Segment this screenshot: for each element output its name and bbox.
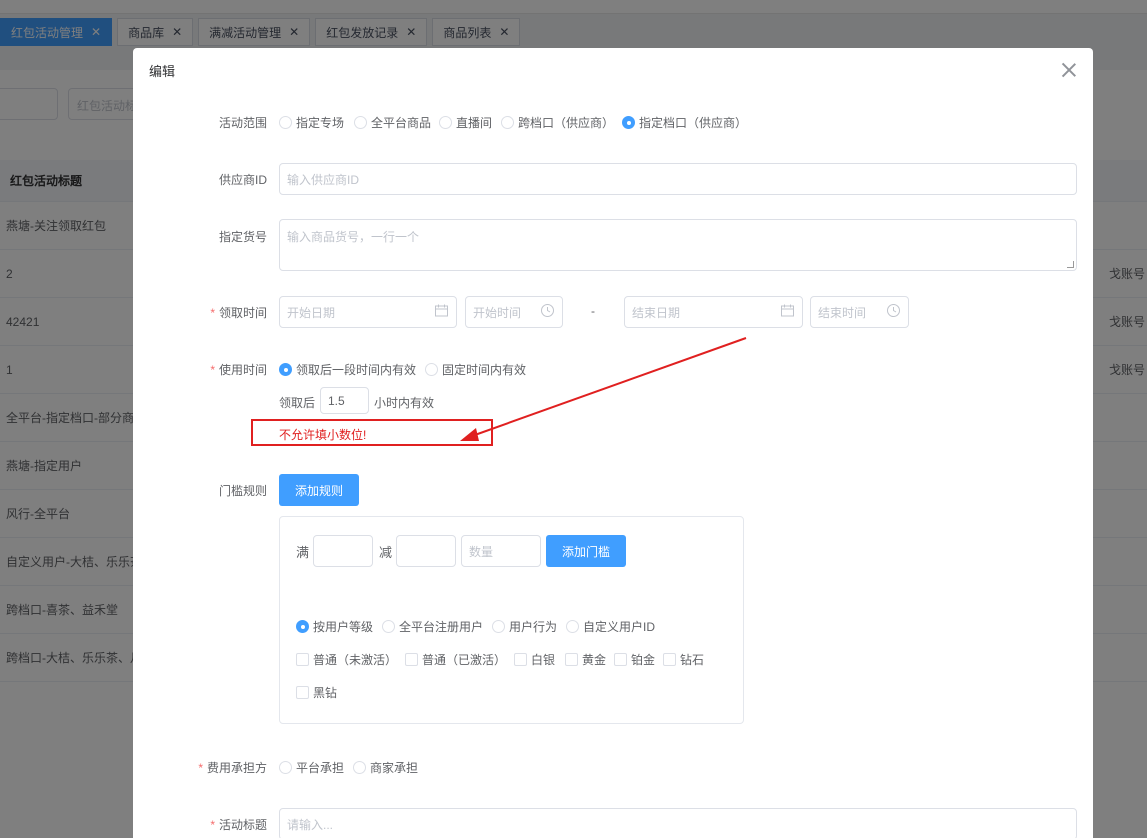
checkbox-box [296, 653, 309, 666]
radio-circle [354, 116, 367, 129]
checkbox-box [514, 653, 527, 666]
calendar-icon [781, 304, 794, 320]
add-threshold-button[interactable]: 添加门槛 [546, 535, 626, 567]
sku-textarea[interactable]: 输入商品货号，一行一个 [279, 219, 1077, 271]
valid-hours-input[interactable]: 1.5 [320, 387, 369, 414]
level-checkbox-normal-active[interactable]: 普通（已激活） [405, 651, 506, 668]
radio-circle [425, 363, 438, 376]
start-date-picker[interactable]: 开始日期 [279, 296, 457, 328]
resize-handle[interactable] [1067, 261, 1074, 268]
level-checkbox-diamond[interactable]: 钻石 [663, 651, 704, 668]
radio-circle [296, 620, 309, 633]
clock-icon [541, 304, 554, 320]
valid-prefix: 领取后 [279, 396, 316, 410]
full-amount-input[interactable] [313, 535, 373, 567]
level-checkbox-gold[interactable]: 黄金 [565, 651, 606, 668]
radio-circle [353, 761, 366, 774]
radio-circle [501, 116, 514, 129]
activity-title-input[interactable]: 请输入... [279, 808, 1077, 838]
range-separator: - [591, 304, 595, 318]
radio-circle [279, 363, 292, 376]
user-type-radio-custom-id[interactable]: 自定义用户ID [566, 618, 655, 635]
cost-radio-platform[interactable]: 平台承担 [279, 759, 344, 776]
cost-radio-merchant[interactable]: 商家承担 [353, 759, 418, 776]
dialog-title: 编辑 [149, 64, 176, 79]
add-rule-button[interactable]: 添加规则 [279, 474, 359, 506]
radio-circle [439, 116, 452, 129]
radio-circle [622, 116, 635, 129]
radio-circle [279, 761, 292, 774]
checkbox-box [614, 653, 627, 666]
calendar-icon [435, 304, 448, 320]
scope-label: 活动范围 [218, 116, 267, 130]
checkbox-box [565, 653, 578, 666]
receive-time-label: * 领取时间 [210, 306, 267, 320]
radio-circle [279, 116, 292, 129]
sku-label: 指定货号 [218, 230, 267, 244]
checkbox-box [296, 686, 309, 699]
edit-dialog: 编辑 活动范围 指定专场 全平台商品 直播间 跨档口（供应商） 指定档口（供应商… [133, 48, 1093, 838]
user-type-radio-behavior[interactable]: 用户行为 [492, 618, 557, 635]
user-type-radio-all-registered[interactable]: 全平台注册用户 [382, 618, 483, 635]
level-checkbox-normal-inactive[interactable]: 普通（未激活） [296, 651, 397, 668]
scope-radio-live[interactable]: 直播间 [439, 114, 492, 131]
use-time-label: * 使用时间 [210, 363, 267, 377]
supplier-label: 供应商ID [218, 173, 267, 187]
checkbox-box [405, 653, 418, 666]
close-icon[interactable] [1061, 62, 1077, 78]
minus-amount-input[interactable] [396, 535, 456, 567]
scope-radio-all[interactable]: 全平台商品 [354, 114, 431, 131]
threshold-rule-panel: 满 减 数量 添加门槛 按用户等级 全平台注册用户 用户行为 自定义用户ID 普… [279, 516, 744, 724]
end-time-picker[interactable]: 结束时间 [810, 296, 909, 328]
full-label: 满 [296, 545, 310, 560]
quantity-input[interactable]: 数量 [461, 535, 541, 567]
valid-suffix: 小时内有效 [374, 396, 435, 410]
validation-error: 不允许填小数位! [279, 428, 367, 442]
use-time-radio-fixed[interactable]: 固定时间内有效 [425, 361, 526, 378]
user-type-radio-level[interactable]: 按用户等级 [296, 618, 373, 635]
radio-circle [492, 620, 505, 633]
scope-radio-special[interactable]: 指定专场 [279, 114, 344, 131]
activity-title-label: * 活动标题 [210, 818, 267, 832]
use-time-radio-after-receive[interactable]: 领取后一段时间内有效 [279, 361, 416, 378]
checkbox-box [663, 653, 676, 666]
end-date-picker[interactable]: 结束日期 [624, 296, 803, 328]
threshold-label: 门槛规则 [218, 484, 267, 498]
cost-bearer-label: * 费用承担方 [198, 761, 267, 775]
radio-circle [382, 620, 395, 633]
minus-label: 减 [379, 545, 393, 560]
start-time-picker[interactable]: 开始时间 [465, 296, 563, 328]
level-checkbox-silver[interactable]: 白银 [514, 651, 555, 668]
scope-radio-specified-stall[interactable]: 指定档口（供应商） [622, 114, 747, 131]
level-checkbox-black-diamond[interactable]: 黑钻 [296, 684, 337, 701]
supplier-id-input[interactable]: 输入供应商ID [279, 163, 1077, 195]
radio-circle [566, 620, 579, 633]
level-checkbox-platinum[interactable]: 铂金 [614, 651, 655, 668]
clock-icon [887, 304, 900, 320]
scope-radio-cross-stall[interactable]: 跨档口（供应商） [501, 114, 614, 131]
